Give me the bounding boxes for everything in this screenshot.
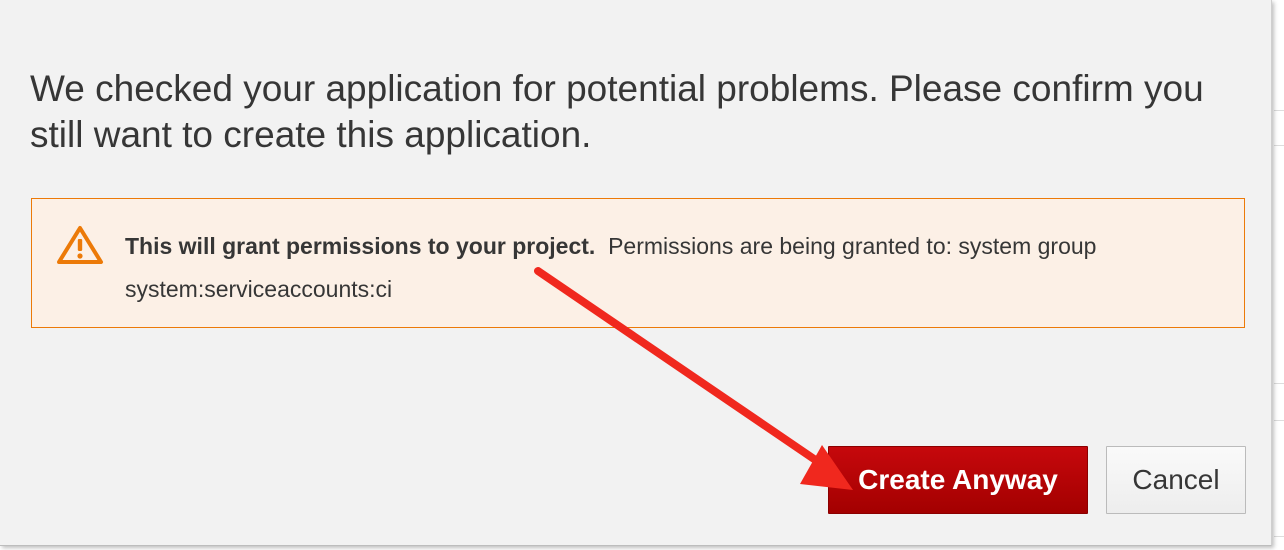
alert-text: This will grant permissions to your proj…	[125, 225, 1225, 311]
divider	[1274, 420, 1284, 421]
background-page-edge	[1273, 0, 1284, 550]
dialog-message: We checked your application for potentia…	[30, 68, 1204, 155]
confirm-create-dialog: We checked your application for potentia…	[0, 0, 1272, 546]
alert-title: This will grant permissions to your proj…	[125, 233, 596, 259]
warning-triangle-icon	[57, 226, 103, 264]
divider	[1274, 145, 1284, 146]
page: We checked your application for potentia…	[0, 0, 1284, 550]
divider	[1274, 383, 1284, 384]
warning-alert: This will grant permissions to your proj…	[31, 198, 1245, 328]
create-anyway-button[interactable]: Create Anyway	[828, 446, 1088, 514]
divider	[1274, 536, 1284, 537]
cancel-button[interactable]: Cancel	[1106, 446, 1246, 514]
divider	[1274, 110, 1284, 111]
